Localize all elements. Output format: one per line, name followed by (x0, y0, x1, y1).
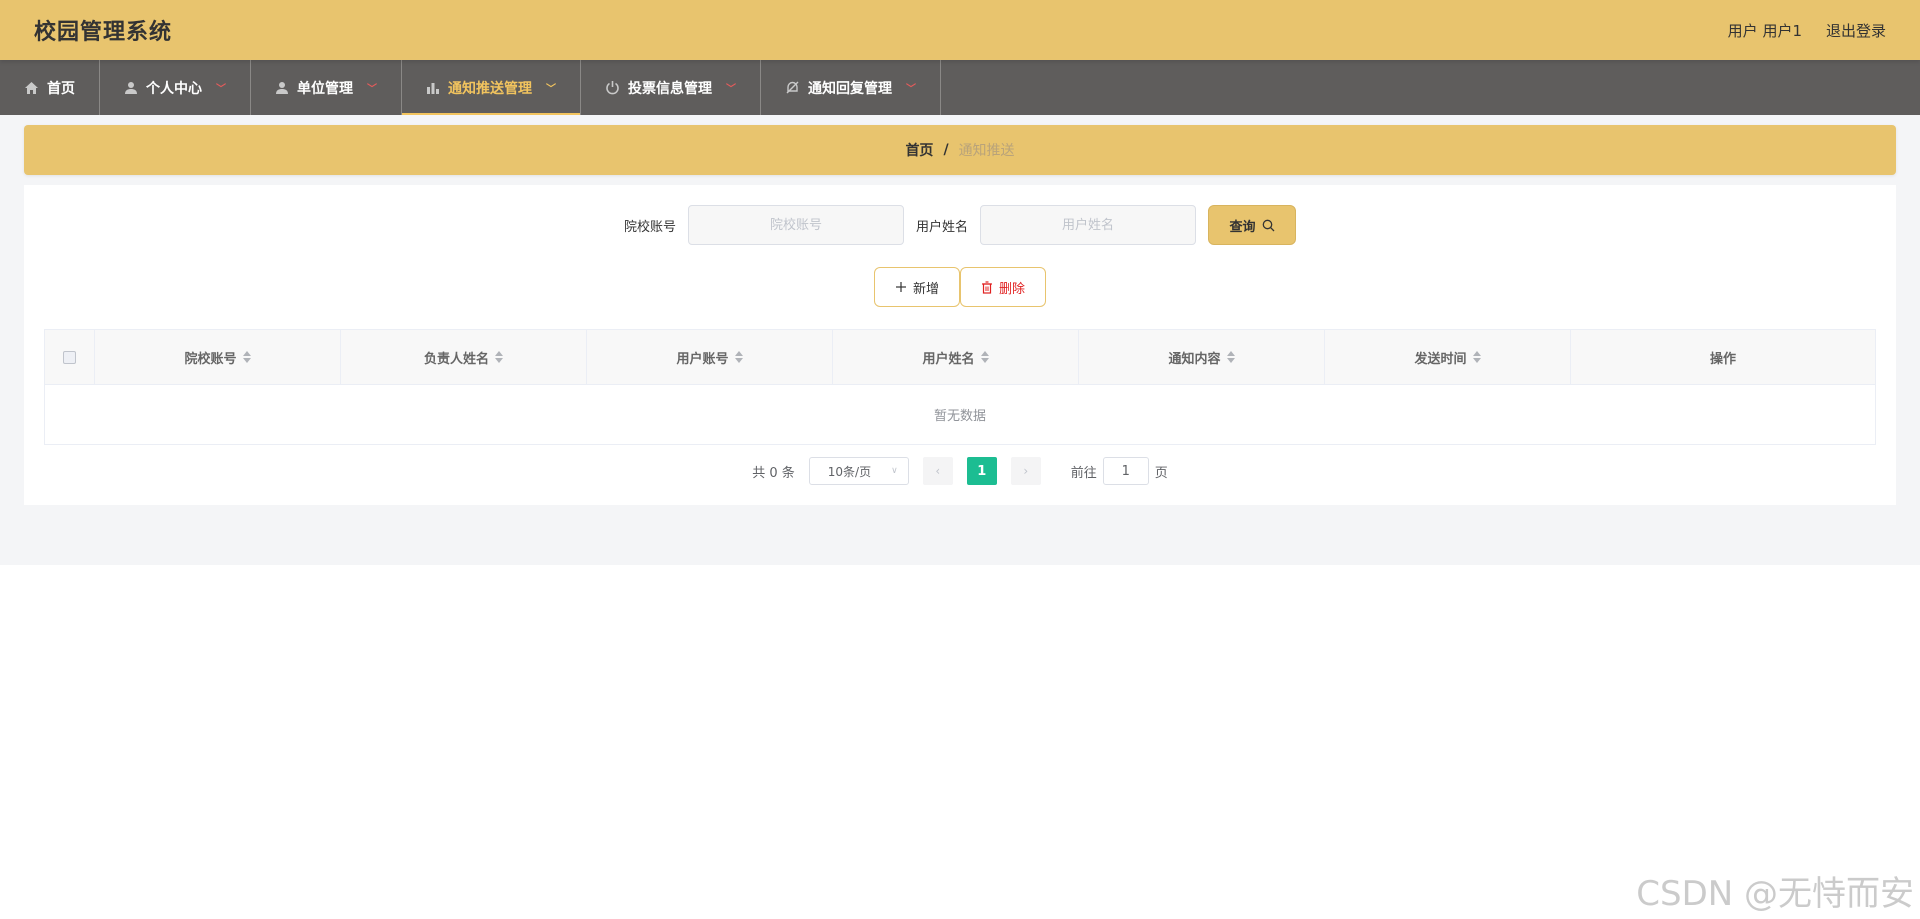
delete-button-label: 删除 (999, 281, 1026, 297)
watermark-text: CSDN @无恃而安 (1636, 874, 1914, 914)
query-button[interactable]: 查询 (1208, 205, 1297, 245)
search-form: 院校账号 用户姓名 查询 (44, 185, 1876, 245)
column-header-label: 负责人姓名 (423, 351, 489, 367)
top-header: 校园管理系统 用户 用户1 退出登录 (0, 0, 1920, 60)
next-page-button[interactable]: › (1010, 457, 1041, 485)
breadcrumb-separator: / (943, 142, 949, 158)
column-header-label: 通知内容 (1168, 351, 1221, 367)
ops-column-header: 操作 (1571, 330, 1875, 384)
chevron-down-icon: ﹀ (367, 84, 377, 95)
data-table: 院校账号 负责人姓名 用户账号 用户姓名 通知内容 发送时间 操作 暂无数据 (44, 329, 1876, 445)
nav-item-label: 投票信息管理 (628, 80, 712, 97)
nav-item-notification-push[interactable]: 通知推送管理 ﹀ (402, 60, 581, 115)
action-bar: 新增 删除 (44, 267, 1876, 307)
user-icon (125, 81, 137, 94)
goto-page: 前往 页 (1071, 457, 1168, 485)
pagination: 共 0 条 10条/页 ∨ ‹ 1 › 前往 页 (44, 457, 1876, 485)
search-icon (1262, 219, 1274, 231)
empty-table-message: 暂无数据 (933, 409, 986, 424)
nav-item-unit-management[interactable]: 单位管理 ﹀ (251, 60, 402, 115)
chevron-down-icon: ﹀ (546, 84, 556, 95)
user-name-label: 用户姓名 (916, 219, 969, 235)
bell-off-icon (786, 81, 799, 94)
add-button[interactable]: 新增 (873, 267, 960, 307)
power-icon (606, 81, 619, 95)
page-size-select[interactable]: 10条/页 ∨ (808, 457, 909, 485)
add-button-label: 新增 (912, 281, 939, 297)
header-user-area: 用户 用户1 退出登录 (1728, 20, 1886, 41)
chevron-right-icon: › (1023, 464, 1029, 478)
prev-page-button[interactable]: ‹ (922, 457, 953, 485)
nav-item-home[interactable]: 首页 (0, 60, 100, 115)
delete-button[interactable]: 删除 (960, 267, 1047, 307)
breadcrumb-home[interactable]: 首页 (905, 140, 933, 160)
sort-icon[interactable] (1472, 351, 1481, 363)
page-size-value: 10条/页 (827, 464, 872, 479)
column-header[interactable]: 通知内容 (1079, 330, 1325, 384)
column-header[interactable]: 用户账号 (587, 330, 833, 384)
chevron-left-icon: ‹ (935, 464, 941, 478)
home-icon (25, 81, 38, 94)
column-header-label: 院校账号 (184, 351, 237, 367)
sort-icon[interactable] (734, 351, 743, 363)
breadcrumb: 首页 / 通知推送 (24, 125, 1896, 175)
chevron-down-icon: ﹀ (726, 84, 736, 95)
table-header: 院校账号 负责人姓名 用户账号 用户姓名 通知内容 发送时间 操作 (45, 330, 1875, 385)
column-header[interactable]: 院校账号 (95, 330, 341, 384)
current-user-label: 用户 用户1 (1727, 21, 1802, 40)
nav-item-label: 个人中心 (146, 80, 202, 97)
sort-icon[interactable] (495, 351, 503, 363)
chevron-down-icon: ﹀ (906, 84, 916, 95)
user-icon (276, 81, 288, 94)
plus-icon (895, 282, 906, 292)
column-header[interactable]: 发送时间 (1325, 330, 1571, 384)
main-nav: 首页 个人中心 ﹀ 单位管理 ﹀ 通知推送管理 ﹀ 投票信息管理 ﹀ 通知回复管… (0, 60, 1920, 115)
nav-item-label: 首页 (47, 80, 75, 97)
breadcrumb-current: 通知推送 (958, 143, 1015, 159)
school-account-label: 院校账号 (623, 219, 676, 235)
goto-suffix: 页 (1154, 465, 1168, 481)
column-header[interactable]: 用户姓名 (833, 330, 1079, 384)
column-header-label: 操作 (1709, 351, 1736, 367)
app-title: 校园管理系统 (34, 20, 173, 45)
chevron-down-icon: ∨ (891, 466, 898, 476)
nav-item-label: 通知回复管理 (808, 80, 892, 97)
column-header-label: 用户姓名 (922, 351, 975, 367)
bar-chart-icon (427, 82, 439, 94)
column-header-label: 发送时间 (1414, 351, 1467, 367)
content-area: 首页 / 通知推送 院校账号 用户姓名 查询 新增 删除 (0, 115, 1920, 565)
column-header-label: 用户账号 (676, 351, 729, 367)
nav-item-label: 单位管理 (297, 80, 353, 97)
column-header[interactable]: 负责人姓名 (341, 330, 587, 384)
chevron-down-icon: ﹀ (216, 84, 226, 95)
page-number-current[interactable]: 1 (966, 457, 997, 485)
sort-icon[interactable] (1226, 351, 1235, 363)
sort-icon[interactable] (980, 351, 989, 363)
nav-item-label: 通知推送管理 (448, 80, 532, 97)
nav-item-personal-center[interactable]: 个人中心 ﹀ (100, 60, 251, 115)
sort-icon[interactable] (242, 351, 251, 363)
main-panel: 院校账号 用户姓名 查询 新增 删除 (24, 185, 1896, 505)
trash-icon (982, 280, 992, 294)
goto-page-input[interactable] (1102, 457, 1149, 485)
query-button-label: 查询 (1229, 219, 1256, 235)
logout-link[interactable]: 退出登录 (1826, 20, 1886, 41)
goto-prefix: 前往 (1070, 465, 1097, 481)
total-count: 共 0 条 (752, 465, 795, 481)
nav-item-notification-reply[interactable]: 通知回复管理 ﹀ (761, 60, 941, 115)
nav-item-vote-info[interactable]: 投票信息管理 ﹀ (581, 60, 761, 115)
user-name-input[interactable] (980, 205, 1197, 245)
select-all-checkbox[interactable] (63, 350, 76, 364)
select-all-cell (45, 330, 95, 384)
school-account-input[interactable] (688, 205, 904, 245)
